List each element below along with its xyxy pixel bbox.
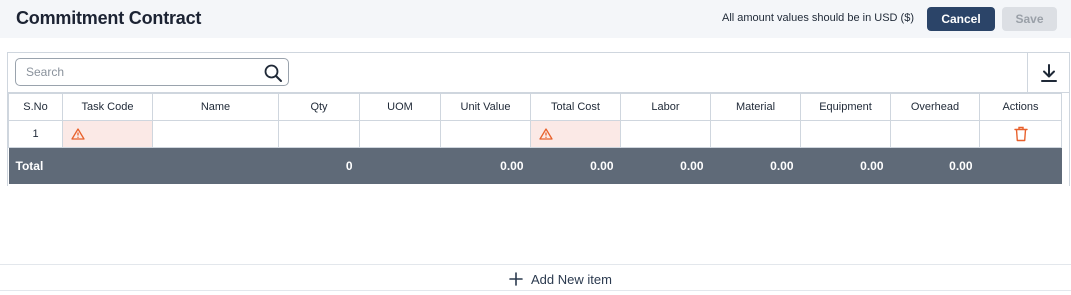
- column-header-actions: Actions: [979, 93, 1062, 121]
- download-button[interactable]: [1027, 53, 1069, 93]
- table-header-row: S.No Task Code Name Qty UOM Unit Value T…: [8, 93, 1062, 121]
- column-header-overhead[interactable]: Overhead: [890, 93, 980, 121]
- total-unit-value: 0.00: [440, 147, 531, 184]
- plus-icon: [509, 272, 523, 286]
- column-header-unit-value[interactable]: Unit Value: [440, 93, 531, 121]
- total-row: Total 0 0.00 0.00 0.00 0.00 0.00 0.00: [8, 147, 1062, 184]
- cell-unit-value[interactable]: [440, 120, 531, 148]
- cancel-button[interactable]: Cancel: [927, 7, 995, 31]
- total-overhead: 0.00: [890, 147, 980, 184]
- warning-icon: [71, 128, 85, 140]
- cell-material[interactable]: [710, 120, 801, 148]
- cell-name[interactable]: [152, 120, 279, 148]
- cell-total-cost[interactable]: [530, 120, 621, 148]
- add-new-item-button[interactable]: Add New item: [509, 269, 612, 289]
- cell-overhead[interactable]: [890, 120, 980, 148]
- cell-uom[interactable]: [359, 120, 441, 148]
- cell-qty[interactable]: [278, 120, 360, 148]
- download-icon: [1041, 64, 1057, 82]
- page-header: Commitment Contract All amount values sh…: [0, 0, 1071, 38]
- items-table: S.No Task Code Name Qty UOM Unit Value T…: [8, 93, 1062, 184]
- items-panel: S.No Task Code Name Qty UOM Unit Value T…: [7, 52, 1070, 186]
- cell-labor[interactable]: [620, 120, 711, 148]
- total-actions: [979, 147, 1062, 184]
- add-new-item-label: Add New item: [531, 271, 612, 287]
- page-title: Commitment Contract: [16, 8, 202, 28]
- column-header-name[interactable]: Name: [152, 93, 279, 121]
- column-header-uom[interactable]: UOM: [359, 93, 441, 121]
- total-total-cost: 0.00: [530, 147, 621, 184]
- search-icon[interactable]: [263, 63, 283, 83]
- total-material: 0.00: [710, 147, 801, 184]
- search-input[interactable]: [26, 64, 246, 80]
- total-qty: 0: [278, 147, 360, 184]
- add-item-bar: Add New item: [0, 264, 1071, 291]
- cell-equipment[interactable]: [800, 120, 891, 148]
- search-box: [15, 58, 289, 86]
- warning-icon: [539, 128, 553, 140]
- column-header-material[interactable]: Material: [710, 93, 801, 121]
- cell-sno: 1: [8, 120, 63, 148]
- total-label: Total: [8, 147, 279, 184]
- currency-note: All amount values should be in USD ($): [722, 12, 914, 24]
- cell-actions: [979, 120, 1062, 148]
- column-header-task-code[interactable]: Task Code: [62, 93, 153, 121]
- total-labor: 0.00: [620, 147, 711, 184]
- total-uom: [359, 147, 441, 184]
- column-header-total-cost[interactable]: Total Cost: [530, 93, 621, 121]
- table-row: 1: [8, 120, 1062, 148]
- save-button[interactable]: Save: [1002, 7, 1057, 31]
- column-header-sno[interactable]: S.No: [8, 93, 63, 121]
- total-equipment: 0.00: [800, 147, 891, 184]
- column-header-qty[interactable]: Qty: [278, 93, 360, 121]
- cell-task-code[interactable]: [62, 120, 153, 148]
- column-header-equipment[interactable]: Equipment: [800, 93, 891, 121]
- toolbar: [8, 53, 1069, 93]
- trash-icon[interactable]: [1013, 126, 1028, 142]
- column-header-labor[interactable]: Labor: [620, 93, 711, 121]
